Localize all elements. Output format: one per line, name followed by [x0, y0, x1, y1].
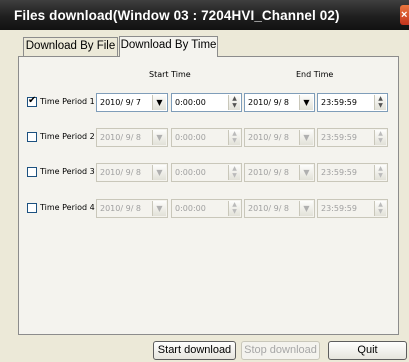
- time-period-1-start-date[interactable]: 2010/ 9/ 7 ▼: [96, 93, 168, 112]
- time-period-2-label: Time Period 2: [40, 132, 95, 141]
- chevron-down-icon[interactable]: ▼: [152, 165, 166, 180]
- start-time-value: 0:00:00: [175, 204, 206, 213]
- time-period-1-checkbox[interactable]: ✔: [27, 95, 37, 107]
- time-period-4-end-time[interactable]: 23:59:59 ▲ ▼: [317, 199, 388, 218]
- end-time-header: End Time: [296, 70, 334, 79]
- stop-download-button[interactable]: Stop download: [241, 341, 320, 360]
- spin-up-icon[interactable]: ▲: [375, 165, 386, 172]
- quit-button[interactable]: Quit: [328, 341, 407, 360]
- files-download-window: Files download(Window 03 : 7204HVI_Chann…: [0, 0, 409, 362]
- time-period-1-label: Time Period 1: [40, 97, 95, 106]
- spin-down-icon[interactable]: ▼: [375, 172, 386, 179]
- time-period-1-start-time[interactable]: 0:00:00 ▲ ▼: [171, 93, 242, 112]
- time-period-4-checkbox[interactable]: [27, 203, 37, 213]
- spin-buttons[interactable]: ▲ ▼: [228, 130, 240, 145]
- chevron-down-icon[interactable]: ▼: [152, 130, 166, 145]
- start-time-value: 0:00:00: [175, 133, 206, 142]
- end-date-value: 2010/ 9/ 8: [248, 168, 290, 177]
- end-time-value: 23:59:59: [321, 98, 357, 107]
- chevron-down-icon[interactable]: ▼: [299, 130, 313, 145]
- time-period-3-end-time[interactable]: 23:59:59 ▲ ▼: [317, 163, 388, 182]
- time-period-3-start-time[interactable]: 0:00:00 ▲ ▼: [171, 163, 242, 182]
- start-date-value: 2010/ 9/ 7: [100, 98, 142, 107]
- spin-buttons[interactable]: ▲ ▼: [374, 130, 386, 145]
- spin-buttons[interactable]: ▲ ▼: [228, 165, 240, 180]
- start-date-value: 2010/ 9/ 8: [100, 204, 142, 213]
- spin-buttons[interactable]: ▲ ▼: [374, 201, 386, 216]
- spin-down-icon[interactable]: ▼: [229, 208, 240, 215]
- spin-down-icon[interactable]: ▼: [229, 137, 240, 144]
- spin-buttons[interactable]: ▲ ▼: [374, 165, 386, 180]
- time-period-4-label: Time Period 4: [40, 203, 95, 212]
- spin-up-icon[interactable]: ▲: [375, 130, 386, 137]
- end-time-value: 23:59:59: [321, 133, 357, 142]
- end-date-value: 2010/ 9/ 8: [248, 204, 290, 213]
- start-date-value: 2010/ 9/ 8: [100, 133, 142, 142]
- title-bar[interactable]: Files download(Window 03 : 7204HVI_Chann…: [0, 0, 409, 30]
- time-period-1-end-time[interactable]: 23:59:59 ▲ ▼: [317, 93, 388, 112]
- spin-down-icon[interactable]: ▼: [375, 208, 386, 215]
- time-period-row-1: ✔ Time Period 1 2010/ 9/ 7 ▼ 0:00:00 ▲ ▼ …: [0, 93, 409, 113]
- time-period-row-3: Time Period 3 2010/ 9/ 8 ▼ 0:00:00 ▲ ▼ 20…: [0, 163, 409, 183]
- spin-up-icon[interactable]: ▲: [375, 95, 386, 102]
- time-period-3-checkbox[interactable]: [27, 167, 37, 177]
- time-period-2-start-time[interactable]: 0:00:00 ▲ ▼: [171, 128, 242, 147]
- spin-up-icon[interactable]: ▲: [229, 201, 240, 208]
- spin-down-icon[interactable]: ▼: [229, 172, 240, 179]
- close-icon[interactable]: ×: [400, 5, 409, 25]
- time-period-2-end-date[interactable]: 2010/ 9/ 8 ▼: [244, 128, 315, 147]
- time-period-2-end-time[interactable]: 23:59:59 ▲ ▼: [317, 128, 388, 147]
- spin-buttons[interactable]: ▲ ▼: [374, 95, 386, 110]
- window-title: Files download(Window 03 : 7204HVI_Chann…: [14, 8, 340, 23]
- spin-up-icon[interactable]: ▲: [229, 165, 240, 172]
- spin-buttons[interactable]: ▲ ▼: [228, 95, 240, 110]
- time-period-1-end-date[interactable]: 2010/ 9/ 8 ▼: [244, 93, 315, 112]
- time-period-3-end-date[interactable]: 2010/ 9/ 8 ▼: [244, 163, 315, 182]
- tab-download-by-file[interactable]: Download By File: [23, 37, 118, 56]
- time-period-4-start-time[interactable]: 0:00:00 ▲ ▼: [171, 199, 242, 218]
- start-time-value: 0:00:00: [175, 98, 206, 107]
- spin-down-icon[interactable]: ▼: [229, 102, 240, 109]
- start-download-button[interactable]: Start download: [153, 341, 236, 360]
- end-date-value: 2010/ 9/ 8: [248, 98, 290, 107]
- spin-up-icon[interactable]: ▲: [229, 130, 240, 137]
- chevron-down-icon[interactable]: ▼: [152, 95, 166, 110]
- start-time-value: 0:00:00: [175, 168, 206, 177]
- chevron-down-icon[interactable]: ▼: [299, 201, 313, 216]
- end-time-value: 23:59:59: [321, 168, 357, 177]
- checkmark-icon: ✔: [28, 95, 37, 106]
- spin-down-icon[interactable]: ▼: [375, 137, 386, 144]
- end-date-value: 2010/ 9/ 8: [248, 133, 290, 142]
- time-period-row-4: Time Period 4 2010/ 9/ 8 ▼ 0:00:00 ▲ ▼ 20…: [0, 199, 409, 219]
- spin-buttons[interactable]: ▲ ▼: [228, 201, 240, 216]
- end-time-value: 23:59:59: [321, 204, 357, 213]
- time-period-3-label: Time Period 3: [40, 167, 95, 176]
- chevron-down-icon[interactable]: ▼: [152, 201, 166, 216]
- time-period-4-end-date[interactable]: 2010/ 9/ 8 ▼: [244, 199, 315, 218]
- chevron-down-icon[interactable]: ▼: [299, 95, 313, 110]
- spin-up-icon[interactable]: ▲: [375, 201, 386, 208]
- time-period-2-checkbox[interactable]: [27, 132, 37, 142]
- time-period-2-start-date[interactable]: 2010/ 9/ 8 ▼: [96, 128, 168, 147]
- time-period-row-2: Time Period 2 2010/ 9/ 8 ▼ 0:00:00 ▲ ▼ 20…: [0, 128, 409, 148]
- spin-up-icon[interactable]: ▲: [229, 95, 240, 102]
- chevron-down-icon[interactable]: ▼: [299, 165, 313, 180]
- time-period-3-start-date[interactable]: 2010/ 9/ 8 ▼: [96, 163, 168, 182]
- spin-down-icon[interactable]: ▼: [375, 102, 386, 109]
- start-time-header: Start Time: [149, 70, 191, 79]
- time-period-4-start-date[interactable]: 2010/ 9/ 8 ▼: [96, 199, 168, 218]
- start-date-value: 2010/ 9/ 8: [100, 168, 142, 177]
- tab-download-by-time[interactable]: Download By Time: [119, 36, 218, 57]
